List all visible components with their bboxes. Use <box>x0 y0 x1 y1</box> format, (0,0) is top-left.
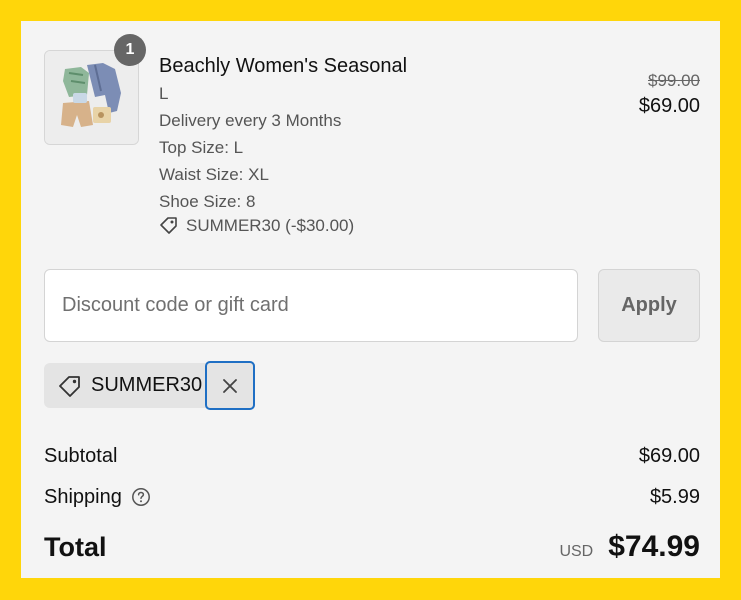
quantity-badge: 1 <box>114 34 146 66</box>
tag-icon <box>59 376 80 397</box>
subtotal-value: $69.00 <box>638 444 700 467</box>
shipping-row: Shipping $5.99 <box>44 483 700 511</box>
shoe-size: Shoe Size: 8 <box>159 192 256 211</box>
tag-icon <box>160 217 177 234</box>
product-discount-label: SUMMER30 (-$30.00) <box>186 216 355 235</box>
shipping-label: Shipping <box>44 485 122 508</box>
product-prices: $99.00 $69.00 <box>639 70 700 120</box>
applied-discount-chip: SUMMER30 <box>44 363 230 408</box>
discount-code-input[interactable] <box>44 269 578 342</box>
total-value: $74.99 <box>608 530 700 563</box>
subtotal-label: Subtotal <box>44 444 118 467</box>
top-size: Top Size: L <box>159 138 244 157</box>
waist-size: Waist Size: XL <box>159 165 269 184</box>
currency-code: USD <box>559 543 594 560</box>
original-price: $99.00 <box>648 71 700 90</box>
remove-discount-button[interactable] <box>205 361 255 410</box>
shipping-value: $5.99 <box>649 485 700 508</box>
product-details: Beachly Women's Seasonal L Delivery ever… <box>159 54 539 237</box>
apply-button[interactable]: Apply <box>598 269 700 342</box>
product-variant: L <box>159 84 169 103</box>
subtotal-row: Subtotal $69.00 <box>44 442 700 470</box>
help-icon[interactable] <box>131 487 151 507</box>
current-price: $69.00 <box>638 95 700 117</box>
applied-discount-code: SUMMER30 <box>91 374 203 396</box>
product-discount: SUMMER30 (-$30.00) <box>159 215 539 237</box>
product-name: Beachly Women's Seasonal <box>159 55 408 77</box>
total-label: Total <box>44 531 107 562</box>
total-row: Total USD $74.99 <box>44 527 700 567</box>
order-summary-panel: 1 Beachly Women's Seasonal L Delivery ev… <box>21 21 720 578</box>
delivery-frequency: Delivery every 3 Months <box>159 111 342 130</box>
close-icon <box>223 378 237 393</box>
